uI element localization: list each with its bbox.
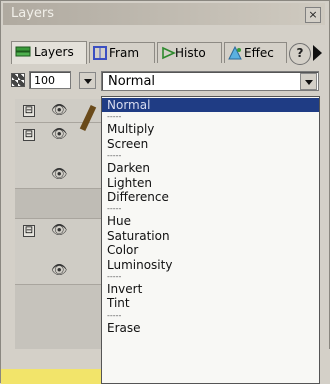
blend-option[interactable]: Hue [102,214,319,228]
tab-label: Effec [244,46,274,60]
blend-option[interactable]: Erase [102,321,319,335]
blend-option[interactable]: Difference [102,190,319,204]
tab-effects[interactable]: Effec [224,42,287,63]
close-button[interactable]: × [305,7,321,23]
blend-option[interactable]: Luminosity [102,258,319,272]
menu-separator: ----- [107,310,122,320]
layer-row[interactable] [15,189,101,219]
blend-option[interactable]: Normal [102,98,319,113]
opacity-icon [11,73,25,87]
status-strip [1,369,101,384]
collapse-toggle-icon[interactable]: ⊟ [23,129,35,141]
tab-frames[interactable]: Fram [89,42,155,63]
blend-option[interactable]: Screen [102,137,319,151]
frames-icon [93,46,107,60]
tab-history[interactable]: Histo [157,42,222,63]
eye-visibility-icon[interactable]: 👁 [51,104,73,117]
layers-panel: Layers × Layers Fram Histo Effec ? 100 N… [0,0,330,384]
menu-separator: ----- [107,112,122,122]
history-icon [162,46,176,60]
menu-separator: ----- [107,151,122,161]
tab-label: Layers [34,45,74,59]
tab-layers[interactable]: Layers [11,41,87,64]
tab-scroll-right-icon[interactable] [313,45,322,61]
tab-label: Histo [175,46,206,60]
blend-option[interactable]: Saturation [102,229,319,243]
blend-mode-dropdown-button[interactable] [300,73,317,90]
blend-mode-value: Normal [108,74,156,89]
layer-list-empty-area [15,285,101,349]
blend-mode-select[interactable]: Normal [101,71,319,91]
layer-controls: 100 Normal [1,67,330,99]
help-button[interactable]: ? [289,43,311,65]
effects-icon [228,46,242,60]
tab-bar: Layers Fram Histo Effec ? [3,41,329,65]
blend-option[interactable]: Color [102,243,319,257]
window-title: Layers [11,6,55,21]
blend-option[interactable]: Darken [102,161,319,175]
tab-label: Fram [109,46,140,60]
menu-separator: ----- [107,272,122,281]
blend-mode-dropdown-list: Normal ----- Multiply Screen ----- Darken Ligh… [101,96,320,384]
eye-visibility-icon[interactable]: 👁 [51,168,73,181]
blend-option[interactable]: Multiply [102,122,319,136]
blend-option[interactable]: Tint [102,296,319,310]
eye-visibility-icon[interactable]: 👁 [51,224,73,237]
title-bar[interactable]: Layers × [3,3,325,25]
opacity-input[interactable]: 100 [29,71,71,89]
layer-row[interactable]: ⊟ 👁 👁 [15,219,101,285]
opacity-dropdown-button[interactable] [79,72,96,89]
collapse-toggle-icon[interactable]: ⊟ [23,105,35,117]
blend-option[interactable]: Invert [102,282,319,296]
layer-list: ⊟ 👁 ⊟ 👁 👁 ⊟ 👁 👁 [15,99,101,349]
collapse-toggle-icon[interactable]: ⊟ [23,225,35,237]
layer-row[interactable]: ⊟ 👁 👁 [15,123,101,189]
eye-visibility-icon[interactable]: 👁 [51,264,73,277]
blend-option[interactable]: Lighten [102,176,319,190]
eye-visibility-icon[interactable]: 👁 [51,128,73,141]
menu-separator: ----- [107,204,122,214]
layers-icon [15,46,31,57]
